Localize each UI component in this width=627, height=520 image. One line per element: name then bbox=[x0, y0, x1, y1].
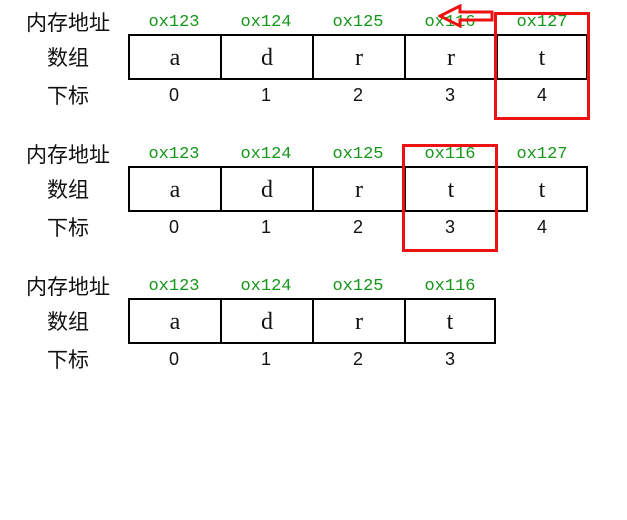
array-cell: t bbox=[496, 166, 588, 212]
address-row: 内存地址ox123ox124ox125ox116ox127 bbox=[8, 8, 619, 36]
array-cell: t bbox=[496, 34, 588, 80]
address-cell: ox125 bbox=[312, 13, 404, 32]
array-cell: r bbox=[312, 298, 404, 344]
array-cell: r bbox=[312, 166, 404, 212]
address-cell: ox123 bbox=[128, 145, 220, 164]
array-cell: a bbox=[128, 34, 220, 80]
label-memory-address: 内存地址 bbox=[8, 139, 128, 169]
index-cell: 3 bbox=[404, 349, 496, 370]
address-cell: ox123 bbox=[128, 13, 220, 32]
array-cell: d bbox=[220, 298, 312, 344]
address-cell: ox124 bbox=[220, 277, 312, 296]
array-cell: a bbox=[128, 298, 220, 344]
index-cell: 2 bbox=[312, 349, 404, 370]
label-index: 下标 bbox=[8, 80, 128, 110]
index-row: 下标01234 bbox=[8, 78, 619, 112]
index-cell: 1 bbox=[220, 349, 312, 370]
index-row: 下标01234 bbox=[8, 210, 619, 244]
array-cell: t bbox=[404, 166, 496, 212]
array-cell: d bbox=[220, 34, 312, 80]
label-memory-address: 内存地址 bbox=[8, 7, 128, 37]
address-cell: ox124 bbox=[220, 145, 312, 164]
index-cell: 1 bbox=[220, 85, 312, 106]
label-index: 下标 bbox=[8, 344, 128, 374]
index-cell: 2 bbox=[312, 217, 404, 238]
address-row: 内存地址ox123ox124ox125ox116 bbox=[8, 272, 619, 300]
label-index: 下标 bbox=[8, 212, 128, 242]
address-cell: ox123 bbox=[128, 277, 220, 296]
label-array: 数组 bbox=[8, 42, 128, 72]
address-cell: ox127 bbox=[496, 145, 588, 164]
address-cell: ox127 bbox=[496, 13, 588, 32]
array-cell: r bbox=[312, 34, 404, 80]
array-row: 数组adrtt bbox=[8, 168, 619, 210]
index-cell: 4 bbox=[496, 217, 588, 238]
address-cell: ox116 bbox=[404, 145, 496, 164]
label-array: 数组 bbox=[8, 174, 128, 204]
index-cell: 4 bbox=[496, 85, 588, 106]
index-cell: 0 bbox=[128, 85, 220, 106]
index-cell: 0 bbox=[128, 217, 220, 238]
address-cell: ox124 bbox=[220, 13, 312, 32]
array-block-2: 内存地址ox123ox124ox125ox116数组adrt下标0123 bbox=[8, 272, 619, 376]
array-cell: r bbox=[404, 34, 496, 80]
index-cell: 3 bbox=[404, 85, 496, 106]
label-memory-address: 内存地址 bbox=[8, 271, 128, 301]
address-cell: ox125 bbox=[312, 277, 404, 296]
index-cell: 0 bbox=[128, 349, 220, 370]
index-row: 下标0123 bbox=[8, 342, 619, 376]
array-cell: t bbox=[404, 298, 496, 344]
address-cell: ox116 bbox=[404, 277, 496, 296]
index-cell: 3 bbox=[404, 217, 496, 238]
array-memory-diagram: 内存地址ox123ox124ox125ox116ox127数组adrrt下标01… bbox=[8, 8, 619, 376]
label-array: 数组 bbox=[8, 306, 128, 336]
index-cell: 2 bbox=[312, 85, 404, 106]
array-row: 数组adrrt bbox=[8, 36, 619, 78]
array-row: 数组adrt bbox=[8, 300, 619, 342]
array-block-0: 内存地址ox123ox124ox125ox116ox127数组adrrt下标01… bbox=[8, 8, 619, 112]
array-cell: a bbox=[128, 166, 220, 212]
array-cell: d bbox=[220, 166, 312, 212]
index-cell: 1 bbox=[220, 217, 312, 238]
left-arrow-icon bbox=[438, 4, 508, 28]
array-block-1: 内存地址ox123ox124ox125ox116ox127数组adrtt下标01… bbox=[8, 140, 619, 244]
address-cell: ox125 bbox=[312, 145, 404, 164]
address-row: 内存地址ox123ox124ox125ox116ox127 bbox=[8, 140, 619, 168]
